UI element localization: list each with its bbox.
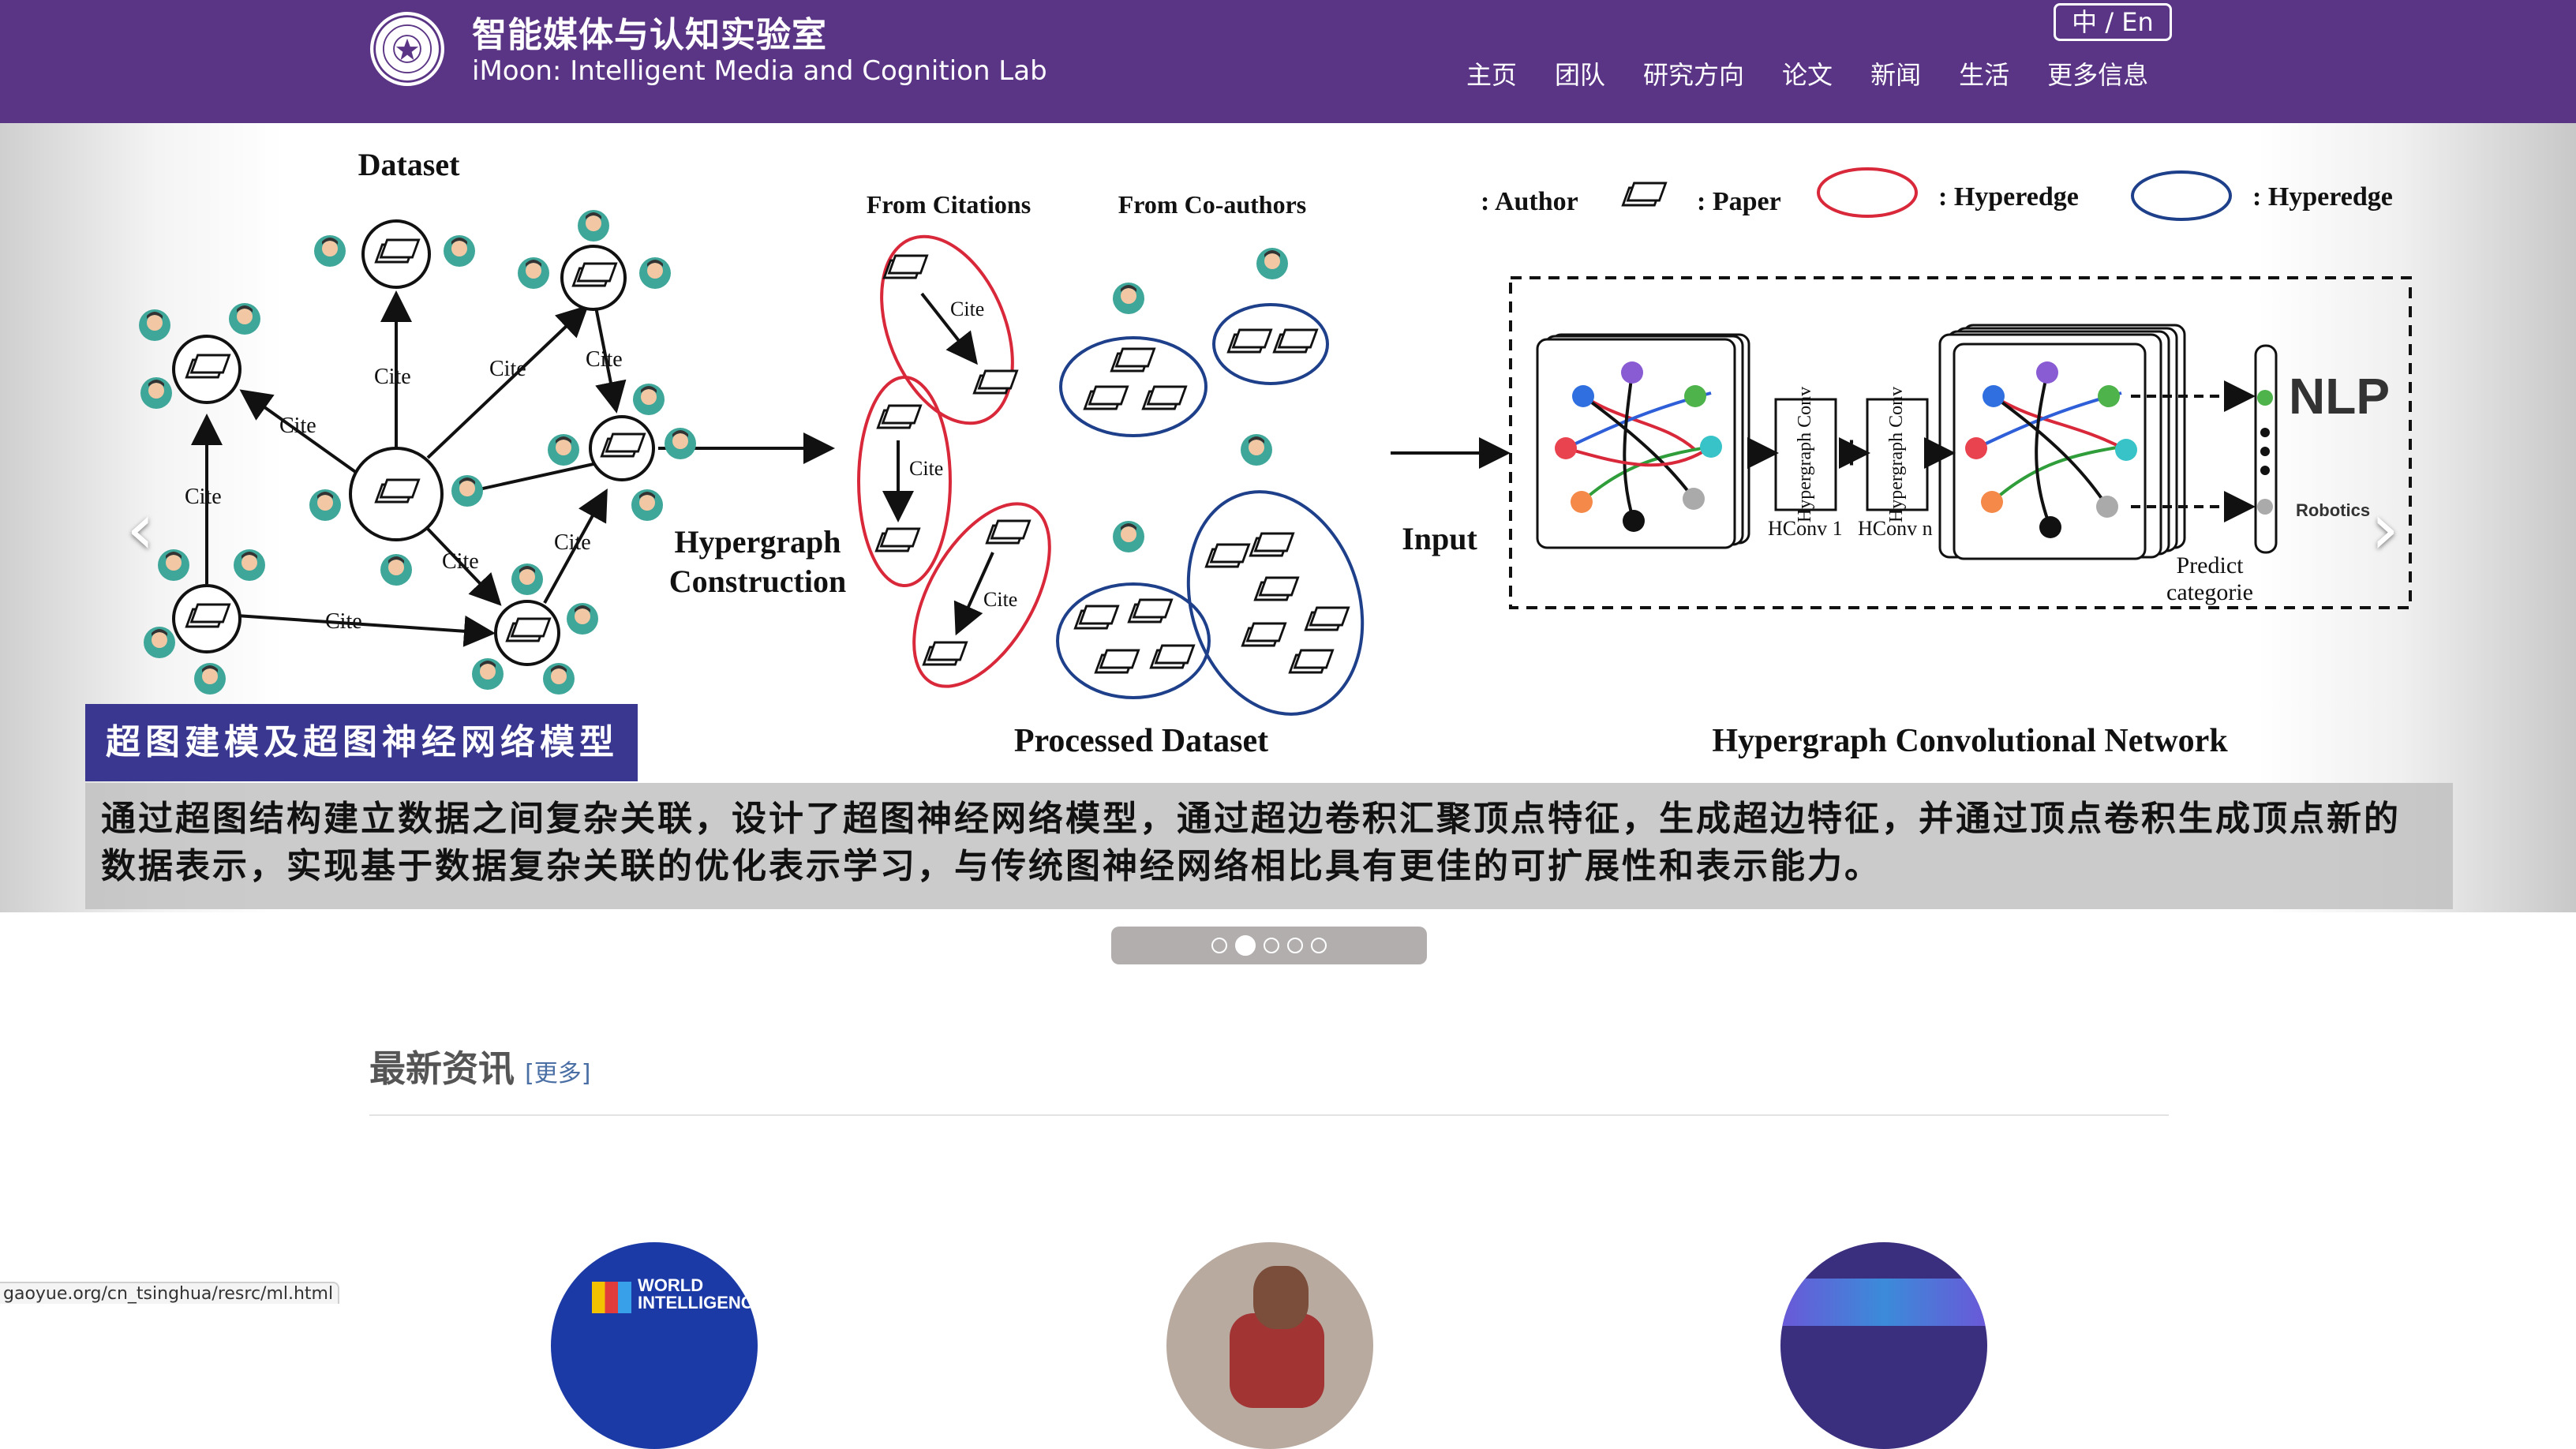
nav-papers[interactable]: 论文 <box>1782 55 1833 92</box>
predict-label-line2: categorie <box>2166 579 2253 605</box>
processed-dataset-title: Processed Dataset <box>1014 723 1268 759</box>
lab-subtitle[interactable]: iMoon: Intelligent Media and Cognition L… <box>472 55 1047 87</box>
nlp-label: NLP <box>2289 368 2390 425</box>
slide-caption-body: 通过超图结构建立数据之间复杂关联，设计了超图神经网络模型，通过超边卷积汇聚顶点特… <box>85 783 2453 909</box>
slide-caption-title: 超图建模及超图神经网络模型 <box>85 704 638 781</box>
predict-label-line1: Predict <box>2177 552 2245 578</box>
legend-hyperedge-blue: : Hyperedge <box>2252 182 2393 212</box>
thumbnail-text: WORLD INTELLIGENCE <box>638 1275 758 1312</box>
news-thumbnail-2[interactable] <box>1166 1242 1373 1449</box>
nav-home[interactable]: 主页 <box>1466 55 1517 92</box>
hypergraph-conv-n: Hypergraph Conv <box>1886 387 1907 522</box>
carousel-next-arrow-icon[interactable]: › <box>2371 494 2399 565</box>
cite-label: Cite <box>325 609 362 634</box>
image-carousel: Dataset Cite Cite Cite Cite Cite Cite Ci… <box>0 123 2576 912</box>
carousel-indicator[interactable] <box>1211 938 1227 953</box>
site-header: 智能媒体与认知实验室 iMoon: Intelligent Media and … <box>0 0 2576 123</box>
carousel-indicator[interactable] <box>1287 938 1303 953</box>
hypergraph-conv-1: Hypergraph Conv <box>1795 387 1815 522</box>
cite-label: Cite <box>983 588 1017 611</box>
hconv-n-label-text: HConv n <box>1858 517 1933 540</box>
carousel-indicator[interactable] <box>1264 938 1279 953</box>
robotics-label: Robotics <box>2296 500 2370 520</box>
carousel-indicator[interactable] <box>1311 938 1327 953</box>
browser-status-bar: gaoyue.org/cn_tsinghua/resrc/ml.html <box>0 1282 339 1304</box>
input-label: Input <box>1402 521 1477 556</box>
news-section-header: 最新资讯 [更多] <box>369 1040 591 1092</box>
legend-paper: : Paper <box>1697 187 1781 216</box>
main-nav: 主页 团队 研究方向 论文 新闻 生活 更多信息 <box>1466 55 2148 92</box>
nav-life[interactable]: 生活 <box>1959 55 2009 92</box>
cite-label: Cite <box>909 457 943 480</box>
news-more-link[interactable]: [更多] <box>525 1060 590 1088</box>
from-coauthors-label: From Co-authors <box>1118 190 1307 219</box>
legend-hyperedge-red: : Hyperedge <box>1938 182 2079 212</box>
cite-label: Cite <box>554 530 591 555</box>
stage-photo <box>1780 1279 1987 1326</box>
cite-label: Cite <box>586 347 623 372</box>
divider <box>369 1114 2169 1116</box>
construction-label-line1: Hypergraph <box>674 524 841 560</box>
news-thumbnail-1[interactable]: WORLD INTELLIGENCE <box>551 1242 758 1449</box>
logo-blocks-icon <box>592 1282 631 1313</box>
nav-research[interactable]: 研究方向 <box>1643 55 1744 92</box>
carousel-indicator-active[interactable] <box>1235 935 1256 956</box>
dataset-title: Dataset <box>358 147 461 182</box>
hconv-1-label: HConv 1 <box>1768 517 1843 540</box>
news-title: 最新资讯 <box>369 1047 515 1090</box>
lab-title[interactable]: 智能媒体与认知实验室 <box>472 6 827 57</box>
hgcn-title: Hypergraph Convolutional Network <box>1712 723 2228 759</box>
legend-author: : Author <box>1481 187 1578 216</box>
carousel-prev-arrow-icon[interactable]: ‹ <box>126 494 155 565</box>
cite-label: Cite <box>279 414 316 438</box>
construction-label-line2: Construction <box>669 564 846 599</box>
nav-news[interactable]: 新闻 <box>1870 55 1921 92</box>
cite-label: Cite <box>442 549 479 574</box>
cite-label: Cite <box>489 357 526 381</box>
language-toggle-button[interactable]: 中 / En <box>2054 3 2172 41</box>
news-thumbnail-3[interactable] <box>1780 1242 1987 1449</box>
cite-label: Cite <box>374 365 411 389</box>
university-seal-logo[interactable] <box>368 9 447 88</box>
cite-label: Cite <box>950 298 984 320</box>
from-citations-label: From Citations <box>867 190 1031 219</box>
carousel-indicators <box>1111 927 1427 964</box>
seal-icon <box>373 15 441 83</box>
cite-label: Cite <box>185 485 222 509</box>
nav-team[interactable]: 团队 <box>1555 55 1605 92</box>
person-photo-head <box>1253 1266 1309 1329</box>
nav-more-info[interactable]: 更多信息 <box>2047 55 2148 92</box>
